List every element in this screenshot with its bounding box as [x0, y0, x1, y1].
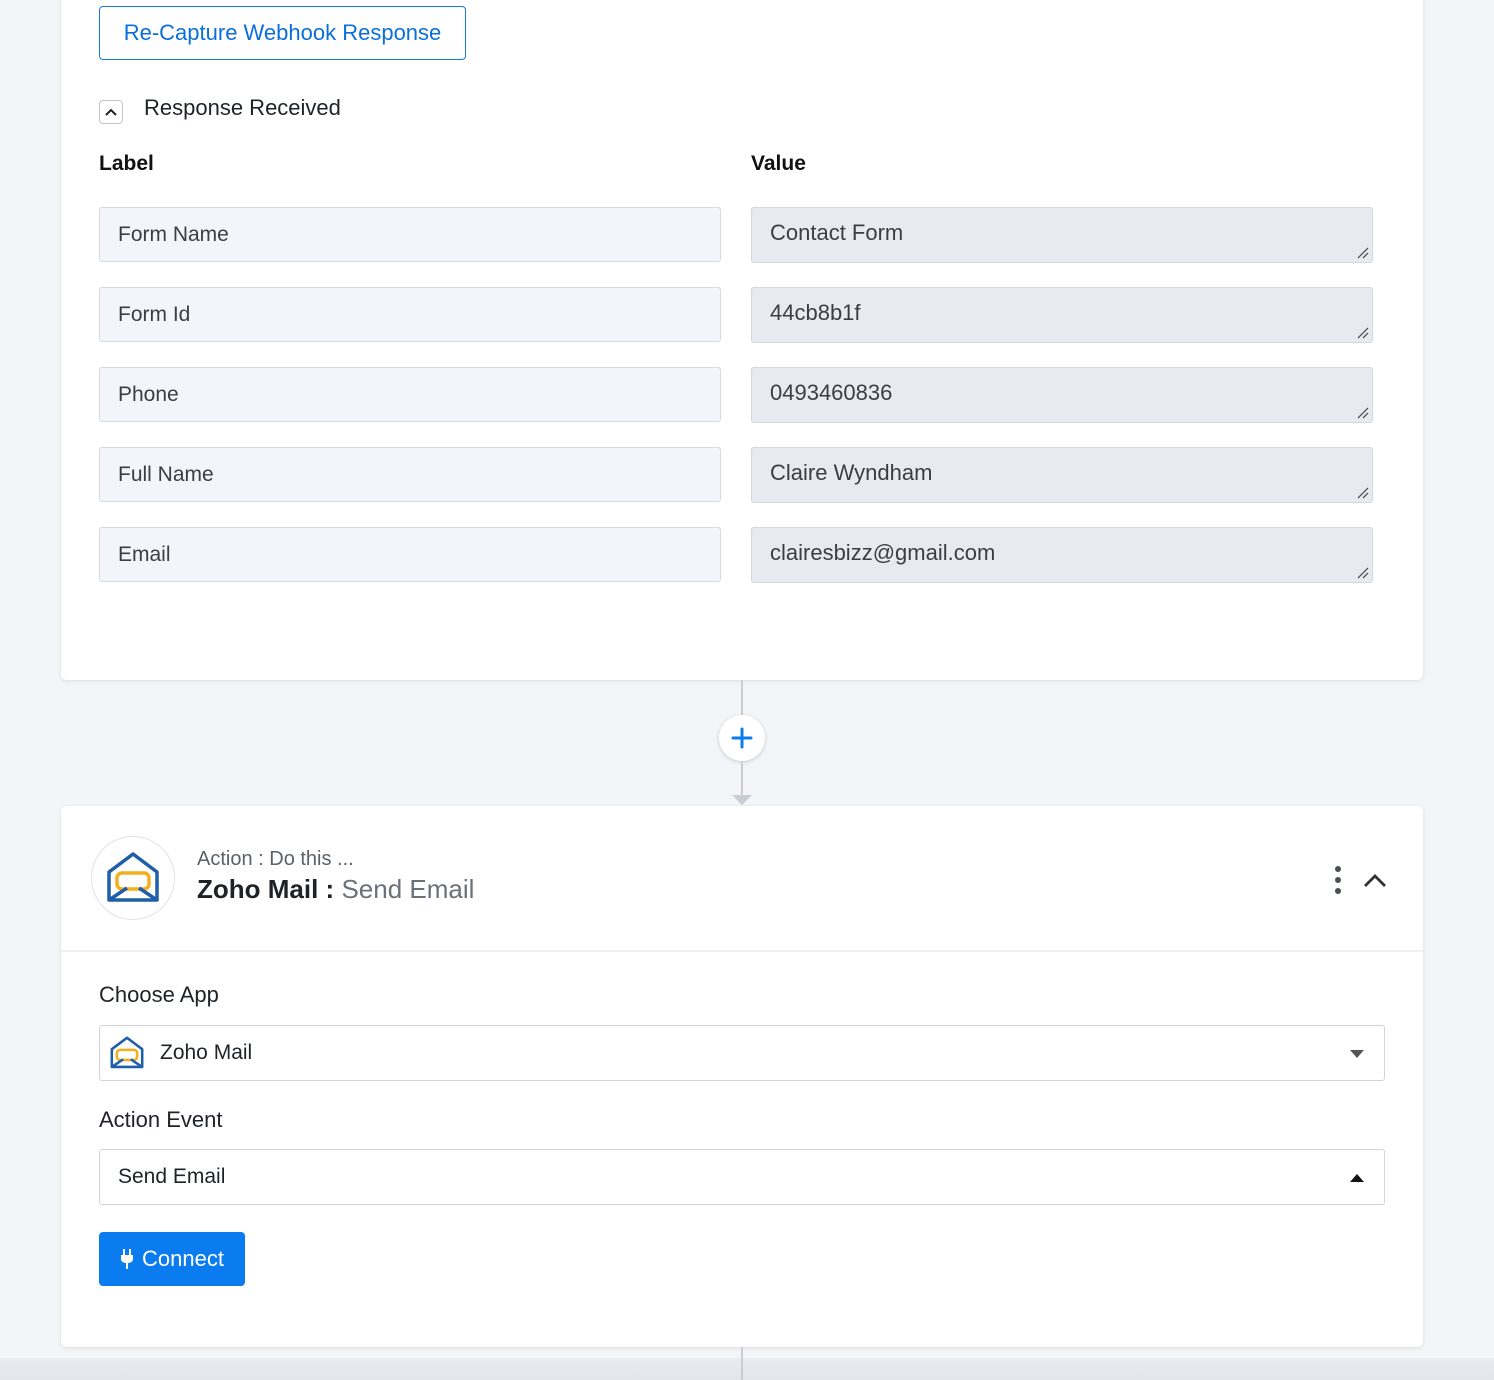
- connect-label: Connect: [142, 1246, 224, 1271]
- connector-arrow-icon: [732, 795, 752, 805]
- connector-line: [741, 1347, 743, 1380]
- page-footer-strip: [0, 1358, 1494, 1380]
- field-label-phone: Phone: [99, 367, 721, 422]
- kebab-menu-icon[interactable]: [1332, 866, 1344, 894]
- field-value-text: 44cb8b1f: [770, 300, 861, 325]
- field-label-email: Email: [99, 527, 721, 582]
- action-subtitle: Action : Do this ...: [197, 848, 354, 870]
- field-value-form-name[interactable]: Contact Form: [751, 207, 1373, 263]
- action-app-name: Zoho Mail :: [197, 874, 335, 904]
- action-event-select[interactable]: Send Email: [99, 1149, 1385, 1205]
- field-value-phone[interactable]: 0493460836: [751, 367, 1373, 423]
- dropdown-caret-icon: [1350, 1050, 1364, 1058]
- plug-icon: [121, 1249, 134, 1269]
- recapture-webhook-button[interactable]: Re-Capture Webhook Response: [99, 6, 466, 60]
- action-event-label: Action Event: [99, 1107, 223, 1132]
- value-column-header: Value: [751, 152, 806, 175]
- connector-line: [741, 680, 743, 716]
- selected-app-text: Zoho Mail: [160, 1041, 253, 1064]
- connector-line: [741, 761, 743, 797]
- zoho-mail-icon: [110, 1036, 144, 1069]
- label-column-header: Label: [99, 152, 154, 175]
- field-label-full-name: Full Name: [99, 447, 721, 502]
- action-card-header[interactable]: Action : Do this ... Zoho Mail : Send Em…: [61, 806, 1423, 952]
- webhook-trigger-card: Re-Capture Webhook Response Response Rec…: [61, 0, 1423, 680]
- field-value-email[interactable]: clairesbizz@gmail.com: [751, 527, 1373, 583]
- connect-button[interactable]: Connect: [99, 1232, 245, 1286]
- resize-grip-icon[interactable]: [1355, 325, 1369, 339]
- zoho-mail-icon: [107, 852, 159, 902]
- chevron-up-icon[interactable]: [1361, 868, 1389, 892]
- field-label-form-id: Form Id: [99, 287, 721, 342]
- plus-icon: [731, 727, 753, 749]
- field-value-text: clairesbizz@gmail.com: [770, 540, 996, 565]
- choose-app-label: Choose App: [99, 982, 219, 1007]
- app-logo: [91, 836, 175, 920]
- action-event-name: Send Email: [341, 874, 475, 904]
- selected-event-text: Send Email: [118, 1165, 226, 1188]
- field-value-text: 0493460836: [770, 380, 893, 405]
- chevron-up-icon: [105, 108, 117, 116]
- resize-grip-icon[interactable]: [1355, 565, 1369, 579]
- add-step-button[interactable]: [719, 715, 765, 761]
- field-label-form-name: Form Name: [99, 207, 721, 262]
- action-title: Zoho Mail : Send Email: [197, 874, 474, 905]
- choose-app-select[interactable]: Zoho Mail: [99, 1025, 1385, 1081]
- response-received-title: Response Received: [144, 95, 341, 120]
- field-value-full-name[interactable]: Claire Wyndham: [751, 447, 1373, 503]
- resize-grip-icon[interactable]: [1355, 405, 1369, 419]
- response-collapse-toggle[interactable]: [99, 100, 123, 124]
- field-value-text: Claire Wyndham: [770, 460, 933, 485]
- workflow-page: Re-Capture Webhook Response Response Rec…: [0, 0, 1494, 1380]
- action-card: Action : Do this ... Zoho Mail : Send Em…: [61, 806, 1423, 1347]
- field-value-text: Contact Form: [770, 220, 904, 245]
- resize-grip-icon[interactable]: [1355, 485, 1369, 499]
- resize-grip-icon[interactable]: [1355, 245, 1369, 259]
- dropdown-caret-icon: [1350, 1174, 1364, 1182]
- field-value-form-id[interactable]: 44cb8b1f: [751, 287, 1373, 343]
